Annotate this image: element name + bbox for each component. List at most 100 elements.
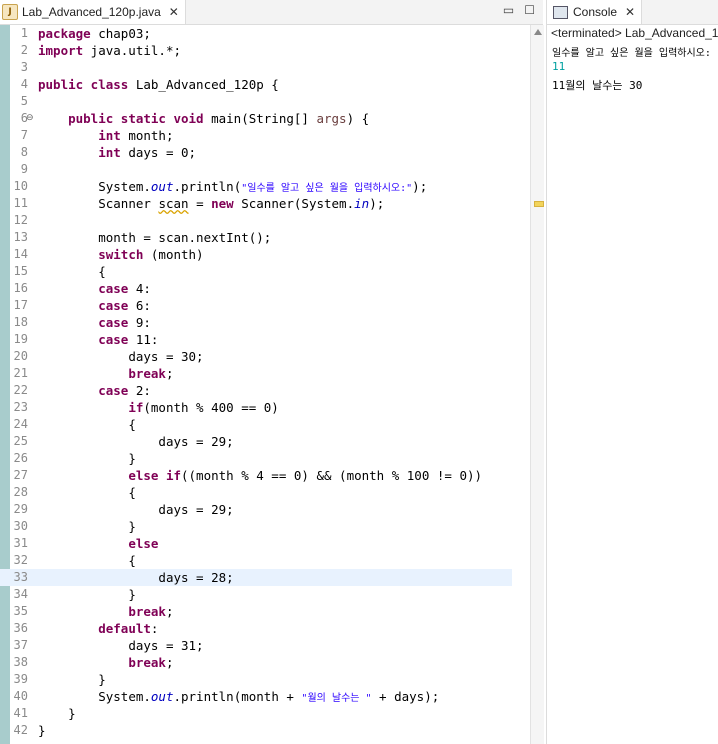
code-line: break;: [128, 366, 174, 381]
line-number: 27: [13, 468, 28, 482]
warning-variable[interactable]: scan: [158, 196, 188, 211]
line-number: 12: [13, 213, 28, 227]
line-number: 25: [13, 434, 28, 448]
code-line: }: [98, 672, 106, 687]
code-line: default:: [98, 621, 159, 636]
line-number: 35: [13, 604, 28, 618]
line-number: 42: [13, 723, 28, 737]
close-icon[interactable]: ✕: [625, 5, 635, 19]
line-number: 13: [13, 230, 28, 244]
line-number: 40: [13, 689, 28, 703]
code-line: }: [128, 519, 136, 534]
console-tab[interactable]: Console ✕: [547, 0, 643, 24]
line-number: 36: [13, 621, 28, 635]
code-line: import java.util.*;: [38, 43, 181, 58]
line-number: 31: [13, 536, 28, 550]
line-number: 29: [13, 502, 28, 516]
line-number: 39: [13, 672, 28, 686]
console-output-line: 일수를 알고 싶은 월을 입력하시오:: [552, 48, 711, 59]
code-line: {: [128, 553, 136, 568]
scroll-up-icon[interactable]: [534, 29, 542, 35]
code-line: package chap03;: [38, 26, 151, 41]
line-number: 32: [13, 553, 28, 567]
line-number: 2: [20, 43, 28, 57]
console-icon: [553, 5, 568, 19]
code-line-current: days = 28;: [0, 569, 512, 586]
line-number: 38: [13, 655, 28, 669]
code-line: ⊖ public static void main(String[] args)…: [26, 111, 370, 126]
code-line: }: [128, 451, 136, 466]
code-line: case 11:: [98, 332, 159, 347]
code-line: month = scan.nextInt();: [98, 230, 272, 245]
console-tab-bar: Console ✕: [547, 0, 718, 25]
editor-scrollbar[interactable]: [530, 25, 544, 744]
code-line: int month;: [98, 128, 174, 143]
console-tab-title: Console: [573, 5, 618, 19]
line-number: 22: [13, 383, 28, 397]
code-line: else if((month % 4 == 0) && (month % 100…: [128, 468, 483, 483]
line-number: 26: [13, 451, 28, 465]
line-number: 34: [13, 587, 28, 601]
line-number: 30: [13, 519, 28, 533]
warning-marker[interactable]: [534, 201, 544, 207]
line-number: 14: [13, 247, 28, 261]
line-number: 3: [20, 60, 28, 74]
line-number: 41: [13, 706, 28, 720]
code-line: days = 30;: [128, 349, 204, 364]
code-line: }: [68, 706, 76, 721]
code-line: case 4:: [98, 281, 151, 296]
line-number: 16: [13, 281, 28, 295]
console-input-line: 11: [552, 60, 566, 73]
code-line: {: [128, 485, 136, 500]
maximize-icon[interactable]: ☐: [524, 3, 535, 17]
code-line: System.out.println("일수를 알고 싶은 월을 입력하시오:"…: [98, 179, 428, 194]
console-view[interactable]: Console ✕ <terminated> Lab_Advanced_120p…: [546, 0, 718, 744]
line-number: 20: [13, 349, 28, 363]
code-editor[interactable]: J Lab_Advanced_120p.java ✕ ▭ ☐ package c…: [0, 0, 544, 744]
line-number: 7: [20, 128, 28, 142]
code-line: }: [128, 587, 136, 602]
minimize-icon[interactable]: ▭: [503, 3, 514, 17]
code-line: else: [128, 536, 159, 551]
code-line: days = 29;: [158, 434, 234, 449]
code-line: if(month % 400 == 0): [128, 400, 279, 415]
line-number: 21: [13, 366, 28, 380]
close-icon[interactable]: ✕: [169, 5, 179, 19]
line-number: 6: [20, 111, 28, 125]
line-number: 4: [20, 77, 28, 91]
line-number: 11: [13, 196, 28, 210]
code-line: public class Lab_Advanced_120p {: [38, 77, 279, 92]
code-line: {: [98, 264, 106, 279]
code-line: case 9:: [98, 315, 151, 330]
code-line: break;: [128, 604, 174, 619]
code-area[interactable]: package chap03; import java.util.*; publ…: [0, 25, 530, 744]
code-line: break;: [128, 655, 174, 670]
code-line: }: [38, 723, 46, 738]
line-number: 33: [13, 570, 28, 584]
code-line: {: [128, 417, 136, 432]
code-line: case 2:: [98, 383, 151, 398]
line-number: 8: [20, 145, 28, 159]
code-line: case 6:: [98, 298, 151, 313]
code-line: days = 31;: [128, 638, 204, 653]
line-number: 28: [13, 485, 28, 499]
code-line: System.out.println(month + "월의 날수는 " + d…: [98, 689, 440, 704]
code-line: switch (month): [98, 247, 204, 262]
line-number: 10: [13, 179, 28, 193]
line-number: 37: [13, 638, 28, 652]
line-number: 15: [13, 264, 28, 278]
code-line: int days = 0;: [98, 145, 197, 160]
editor-window-buttons: ▭ ☐: [503, 3, 535, 17]
line-number: 19: [13, 332, 28, 346]
java-file-icon: J: [2, 4, 18, 20]
editor-tab[interactable]: J Lab_Advanced_120p.java ✕: [0, 0, 186, 24]
line-number: 23: [13, 400, 28, 414]
line-number: 5: [20, 94, 28, 108]
line-number: 1: [20, 26, 28, 40]
terminated-label: <terminated> Lab_Advanced_120p: [551, 26, 718, 40]
line-number: 9: [20, 162, 28, 176]
console-output-line: 11월의 날수는 30: [552, 79, 643, 92]
code-line: Scanner scan = new Scanner(System.in);: [98, 196, 385, 211]
code-line: days = 29;: [158, 502, 234, 517]
editor-tab-bar: J Lab_Advanced_120p.java ✕ ▭ ☐: [0, 0, 543, 25]
